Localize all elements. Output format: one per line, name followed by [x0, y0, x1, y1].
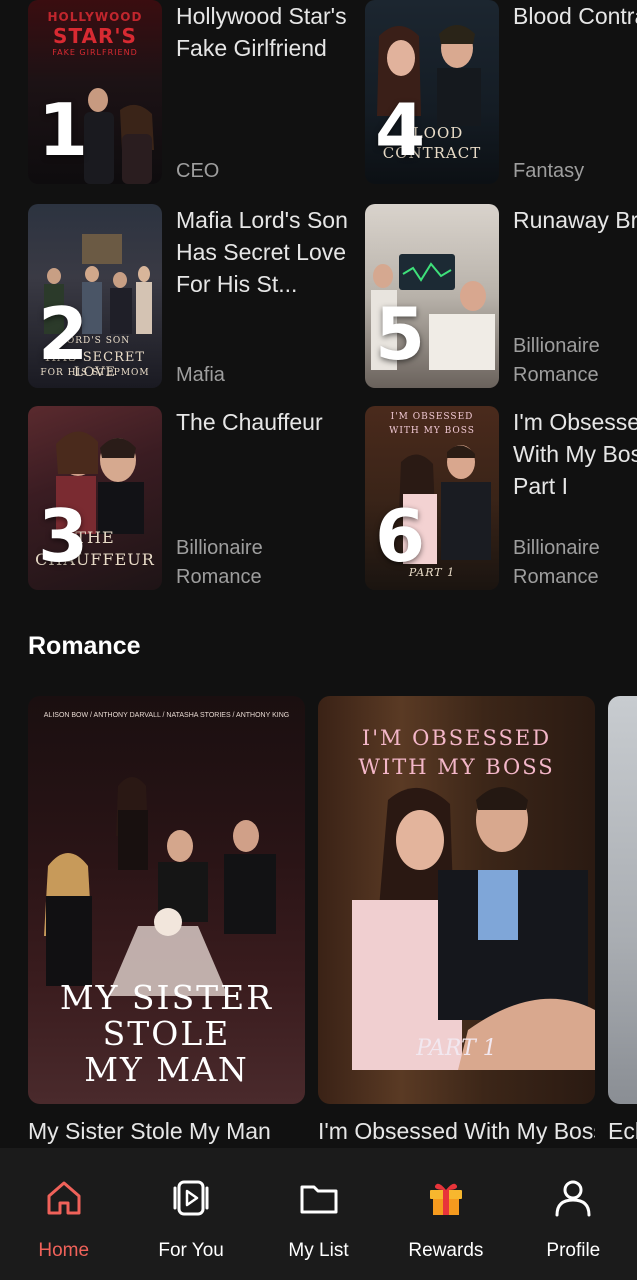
book-title[interactable]: I'm Obsessed With My Boss Part I — [513, 406, 637, 502]
play-video-icon — [169, 1176, 213, 1220]
book-cover[interactable]: BLOOD CONTRACT 4 — [365, 0, 499, 184]
rank-number: 1 — [38, 88, 89, 172]
cover-title-line: MY MAN — [84, 1050, 249, 1089]
nav-item-rewards[interactable]: Rewards — [382, 1148, 509, 1280]
cover-title-line: PART 1 — [416, 1036, 497, 1061]
poster-title[interactable]: My Sister Stole My Man — [28, 1118, 305, 1145]
poster-cover-title: MY SISTER STOLE MY MAN — [28, 980, 305, 1088]
book-cover[interactable]: LORD'S SON HAS SECRET LOVE FOR HIS STEPM… — [28, 204, 162, 388]
rank-number: 4 — [375, 88, 426, 172]
ranked-item-5[interactable]: 5 Runaway Bride Billionaire Romance — [365, 204, 637, 390]
book-genre: CEO — [176, 160, 220, 182]
book-cover[interactable]: HOLLYWOOD STAR'S FAKE GIRLFRIEND 1 — [28, 0, 162, 184]
cover-title-line: WITH MY BOSS — [358, 755, 555, 779]
book-genre: Mafia — [176, 364, 225, 386]
book-cover[interactable]: I'M OBSESSED WITH MY BOSS PART 1 6 — [365, 406, 499, 590]
rank-number: 3 — [38, 494, 89, 578]
poster-card[interactable]: I'M OBSESSED WITH MY BOSS PART 1 — [318, 696, 595, 1104]
folder-icon — [297, 1176, 341, 1220]
person-icon — [551, 1176, 595, 1220]
poster-credits: ALISON BOW / ANTHONY DARVALL / NATASHA S… — [43, 712, 290, 719]
poster-title[interactable]: Echo — [608, 1118, 637, 1145]
nav-label: Profile — [546, 1240, 601, 1261]
book-title[interactable]: Mafia Lord's Son Has Secret Love For His… — [176, 204, 352, 300]
book-cover[interactable]: 5 — [365, 204, 499, 388]
book-title[interactable]: Runaway Bride — [513, 204, 637, 236]
book-genre: Fantasy — [513, 160, 585, 182]
poster-cover-title: I'M OBSESSED WITH MY BOSS — [318, 724, 595, 782]
cover-title-line: I'M OBSESSED — [361, 726, 552, 750]
cover-title-line: HOLLYWOOD — [47, 10, 143, 24]
nav-label: My List — [288, 1240, 349, 1261]
book-genre: Billionaire Romance — [513, 537, 600, 588]
section-title: Romance — [28, 632, 141, 660]
cover-title-line: STAR'S — [53, 24, 137, 48]
rank-number: 5 — [375, 292, 426, 376]
cover-title-line: FAKE GIRLFRIEND — [52, 48, 138, 57]
book-genre: Billionaire Romance — [513, 335, 600, 386]
bottom-nav: Home For You My List Rewards Profile — [0, 1148, 637, 1280]
nav-label: For You — [158, 1240, 224, 1261]
home-icon — [42, 1176, 86, 1220]
book-title[interactable]: The Chauffeur — [176, 406, 352, 438]
poster-card[interactable] — [608, 696, 637, 1104]
poster-figures — [44, 777, 276, 996]
poster-art — [608, 696, 637, 1104]
poster-card[interactable]: ALISON BOW / ANTHONY DARVALL / NATASHA S… — [28, 696, 305, 1104]
book-title[interactable]: Hollywood Star's Fake Girlfriend — [176, 0, 352, 64]
nav-item-home[interactable]: Home — [0, 1148, 127, 1280]
rank-number: 6 — [375, 494, 426, 578]
book-title[interactable]: Blood Contract — [513, 0, 637, 32]
poster-title[interactable]: I'm Obsessed With My Boss — [318, 1118, 595, 1145]
ranked-item-2[interactable]: LORD'S SON HAS SECRET LOVE FOR HIS STEPM… — [28, 204, 348, 390]
nav-item-for-you[interactable]: For You — [127, 1148, 254, 1280]
nav-item-my-list[interactable]: My List — [255, 1148, 382, 1280]
cover-title-line: WITH MY BOSS — [389, 426, 475, 436]
book-genre: Billionaire Romance — [176, 537, 263, 588]
ranked-item-1[interactable]: HOLLYWOOD STAR'S FAKE GIRLFRIEND 1 Holly… — [28, 0, 347, 186]
ranked-item-4[interactable]: BLOOD CONTRACT 4 Blood Contract Fantasy — [365, 0, 637, 186]
nav-item-profile[interactable]: Profile — [510, 1148, 637, 1280]
nav-label: Home — [38, 1240, 90, 1261]
ranked-item-6[interactable]: I'M OBSESSED WITH MY BOSS PART 1 6 I'm O… — [365, 406, 637, 592]
rank-number: 2 — [38, 292, 89, 376]
cover-title-line: I'M OBSESSED — [390, 412, 474, 422]
cover-title-line: STOLE — [102, 1014, 231, 1053]
cover-title-line: MY SISTER — [59, 978, 274, 1017]
ranked-item-3[interactable]: THE CHAUFFEUR 3 The Chauffeur Billionair… — [28, 406, 338, 592]
book-cover[interactable]: THE CHAUFFEUR 3 — [28, 406, 162, 590]
nav-label: Rewards — [408, 1240, 484, 1261]
gift-icon — [424, 1176, 468, 1220]
app-screen: HOLLYWOOD STAR'S FAKE GIRLFRIEND 1 Holly… — [0, 0, 637, 1280]
